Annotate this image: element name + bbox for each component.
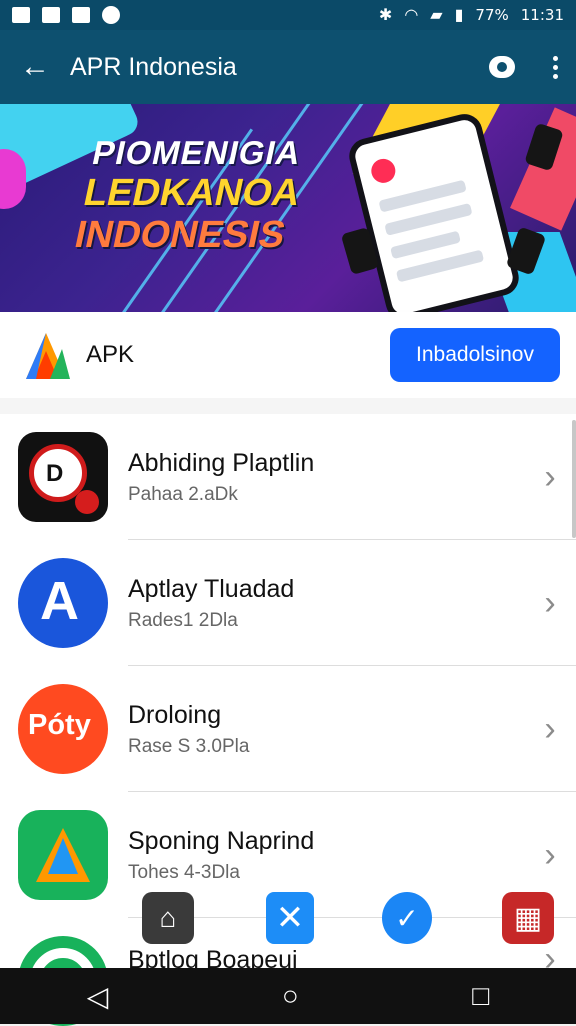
chevron-right-icon: › [544, 709, 556, 748]
banner-line-1: PIOMENIGIA [89, 134, 305, 171]
back-nav-icon[interactable]: ◁ [87, 980, 109, 1013]
banner-line-3: INDONESIS [71, 214, 290, 256]
chevron-right-icon: › [544, 583, 556, 622]
apk-logo [18, 327, 74, 383]
photos-icon [12, 7, 30, 23]
back-arrow-icon: ← [20, 50, 50, 83]
list-item[interactable]: Póty Droloing Rase S 3.0Pla › [0, 666, 576, 792]
phone-row [390, 230, 461, 260]
grid-icon[interactable]: ▦ [502, 892, 554, 944]
promo-banner[interactable]: PIOMENIGIA LEDKANOA INDONESIS [0, 104, 576, 312]
banner-headline: PIOMENIGIA LEDKANOA INDONESIS [71, 134, 312, 256]
page-title: APR Indonesia [70, 52, 237, 81]
appbar-actions [489, 55, 576, 79]
battery-icon: ▮ [454, 7, 464, 24]
app-bar: ← APR Indonesia [0, 30, 576, 104]
tools-icon[interactable]: ✕ [266, 892, 314, 944]
back-button[interactable]: ← [0, 30, 70, 104]
app-icon [18, 810, 108, 900]
app-list: D Abhiding Plaptlin Pahaa 2.aDk › A Aptl… [0, 414, 576, 1026]
home-nav-icon[interactable]: ○ [282, 980, 299, 1012]
scrollbar[interactable] [572, 420, 576, 538]
item-subtitle: Tohes 4-3Dla [128, 861, 240, 883]
status-left-icons [12, 6, 120, 24]
install-button[interactable]: Inbadolsinov [390, 328, 560, 382]
phone-illustration [345, 110, 523, 312]
chevron-right-icon: › [544, 835, 556, 874]
battery-text: 77% [475, 6, 509, 24]
item-subtitle: Rase S 3.0Pla [128, 735, 250, 757]
item-subtitle: Rades1 2Dla [128, 609, 238, 631]
globe-icon [102, 6, 120, 24]
document-icon [72, 7, 90, 23]
check-icon[interactable]: ✓ [382, 892, 432, 944]
item-title: Droloing [128, 700, 222, 729]
signal-icon: ▰ [430, 7, 443, 24]
item-title: Sponing Naprind [128, 826, 315, 855]
phone-dot [368, 156, 398, 186]
section-gap [0, 398, 576, 414]
item-title: Aptlay Tluadad [128, 574, 295, 603]
wifi-icon: ◠ [404, 7, 419, 24]
item-subtitle: Pahaa 2.aDk [128, 483, 238, 505]
chat-icon[interactable] [489, 56, 515, 78]
apk-logo-icon [26, 333, 70, 379]
app-icon: A [18, 558, 108, 648]
bluetooth-icon: ✱ [378, 7, 393, 24]
chevron-right-icon: › [544, 457, 556, 496]
app-icon: Póty [18, 684, 108, 774]
apk-card: APK Inbadolsinov [0, 312, 576, 398]
recents-nav-icon[interactable]: □ [472, 980, 489, 1012]
gallery-icon [42, 7, 60, 23]
system-navbar: ◁ ○ □ [0, 968, 576, 1024]
more-options-icon[interactable] [553, 55, 558, 79]
apk-label: APK [86, 341, 135, 368]
banner-line-2: LEDKANOA [79, 172, 305, 214]
item-title: Abhiding Plaptlin [128, 448, 315, 477]
list-item[interactable]: D Abhiding Plaptlin Pahaa 2.aDk › [0, 414, 576, 540]
status-right-icons: ✱ ◠ ▰ ▮ 77% 11:31 [379, 5, 564, 25]
list-item[interactable]: A Aptlay Tluadad Rades1 2Dla › [0, 540, 576, 666]
banner-shape [0, 149, 26, 209]
app-icon: D [18, 432, 108, 522]
home-icon[interactable]: ⌂ [142, 892, 194, 944]
clock: 11:31 [520, 6, 564, 24]
status-bar: ✱ ◠ ▰ ▮ 77% 11:31 [0, 0, 576, 30]
